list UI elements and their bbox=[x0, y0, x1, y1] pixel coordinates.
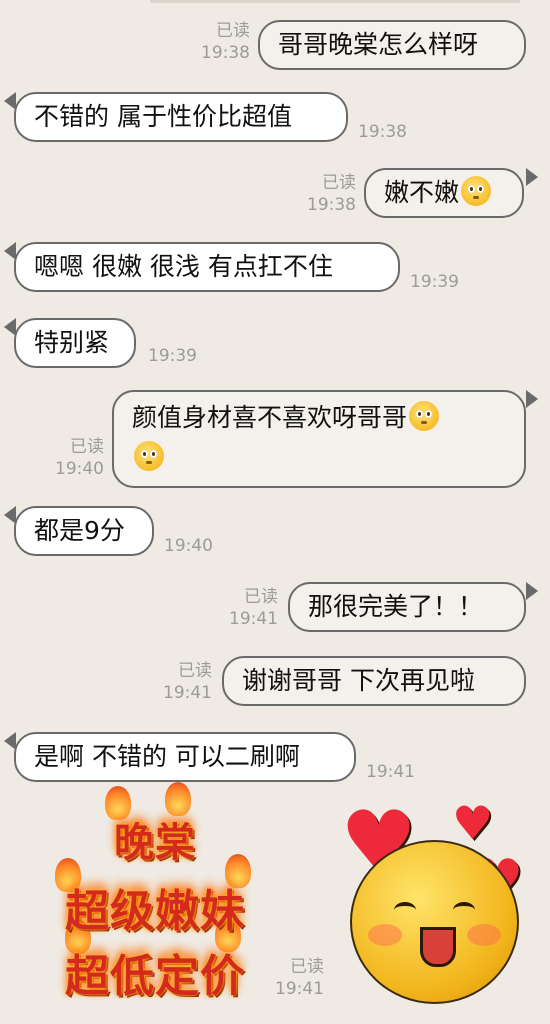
bubble-tail bbox=[526, 168, 538, 186]
message-bubble-sent[interactable]: 哥哥晚棠怎么样呀 bbox=[258, 20, 526, 70]
message-time: 19:38 bbox=[358, 122, 407, 142]
bubble-tail bbox=[4, 318, 16, 336]
sticker-text: 超级嫩妹 bbox=[65, 886, 245, 937]
bubble-tail bbox=[4, 242, 16, 260]
top-divider bbox=[150, 0, 520, 3]
pleading-face-icon bbox=[461, 176, 492, 206]
flaming-text-sticker[interactable]: 晚棠 超级嫩妹 超低定价 bbox=[45, 780, 265, 1010]
message-time: 19:40 bbox=[164, 536, 213, 556]
message-time: 19:39 bbox=[410, 272, 459, 292]
message-bubble-sent[interactable]: 谢谢哥哥 下次再见啦 bbox=[222, 656, 526, 706]
message-bubble-received[interactable]: 特别紧 bbox=[14, 318, 136, 368]
message-meta: 已读 19:41 bbox=[229, 587, 278, 629]
message-bubble-received[interactable]: 嗯嗯 很嫩 很浅 有点扛不住 bbox=[14, 242, 400, 292]
message-text: 嫩不嫩 bbox=[384, 178, 460, 207]
pleading-face-icon bbox=[134, 441, 164, 471]
message-meta: 已读 19:41 bbox=[163, 661, 212, 703]
message-time: 19:39 bbox=[148, 346, 197, 366]
sticker-text: 超低定价 bbox=[65, 951, 245, 1002]
message-meta: 已读 19:38 bbox=[201, 21, 250, 63]
message-text: 颜值身材喜不喜欢呀哥哥 bbox=[132, 403, 408, 432]
message-meta: 已读 19:40 bbox=[55, 437, 104, 479]
bubble-tail bbox=[4, 506, 16, 524]
message-bubble-received[interactable]: 是啊 不错的 可以二刷啊 bbox=[14, 732, 356, 782]
message-bubble-received[interactable]: 不错的 属于性价比超值 bbox=[14, 92, 348, 142]
message-bubble-received[interactable]: 都是9分 bbox=[14, 506, 154, 556]
bubble-tail bbox=[4, 732, 16, 750]
smiley-face-icon bbox=[350, 840, 519, 1004]
bubble-tail bbox=[526, 582, 538, 600]
message-meta: 已读 19:41 bbox=[275, 957, 324, 999]
heart-icon: ♥ bbox=[452, 796, 494, 850]
pleading-face-icon bbox=[409, 401, 440, 431]
sticker-text: 晚棠 bbox=[114, 820, 196, 866]
bubble-tail bbox=[526, 390, 538, 408]
message-bubble-sent[interactable]: 那很完美了！！ bbox=[288, 582, 526, 632]
bubble-tail bbox=[4, 92, 16, 110]
message-bubble-sent[interactable]: 嫩不嫩 bbox=[364, 168, 524, 218]
message-bubble-sent[interactable]: 颜值身材喜不喜欢呀哥哥 bbox=[112, 390, 526, 488]
message-meta: 已读 19:38 bbox=[307, 173, 356, 215]
blushing-face-sticker[interactable]: ♥ ♥ ♥ bbox=[340, 800, 540, 1010]
message-time: 19:41 bbox=[366, 762, 415, 782]
